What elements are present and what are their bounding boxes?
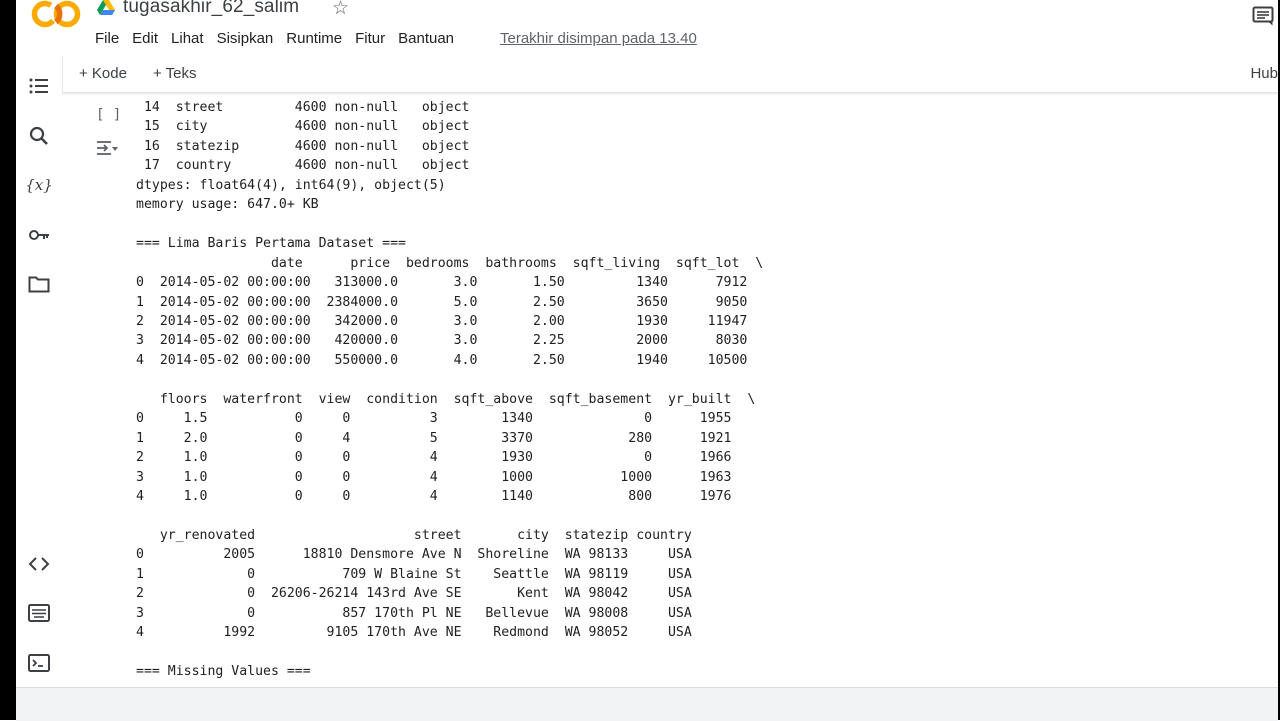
left-sidebar: {x}: [16, 56, 63, 687]
code-snippets-icon[interactable]: [27, 552, 51, 576]
output-line: date price bedrooms bathrooms sqft_livin…: [136, 255, 764, 271]
connect-button[interactable]: Hub: [1250, 65, 1278, 82]
output-line: 3 0 857 170th Pl NE Bellevue WA 98008 US…: [136, 605, 692, 621]
menu-help[interactable]: Bantuan: [398, 30, 454, 47]
command-palette-icon[interactable]: [27, 601, 51, 625]
output-line: 3 1.0 0 0 4 1000 1000 1963: [136, 469, 732, 485]
drive-icon[interactable]: [97, 0, 115, 16]
output-line: 1 2.0 0 4 5 3370 280 1921: [136, 430, 732, 446]
notebook-cell: ‾ ‾ [ ] 14 street 4600 non-null object 1…: [62, 95, 1278, 687]
menu-bar: File Edit Lihat Sisipkan Runtime Fitur B…: [95, 30, 467, 47]
menu-view[interactable]: Lihat: [171, 30, 204, 47]
bottom-status-bar: [16, 687, 1278, 721]
output-line: 4 1992 9105 170th Ave NE Redmond WA 9805…: [136, 625, 692, 641]
output-line: 3 2014-05-02 00:00:00 420000.0 3.0 2.25 …: [136, 333, 748, 349]
output-line: 0 2005 18810 Densmore Ave N Shoreline WA…: [136, 547, 692, 563]
output-actions-icon[interactable]: [95, 139, 119, 159]
output-line: 0 2014-05-02 00:00:00 313000.0 3.0 1.50 …: [136, 275, 748, 291]
terminal-icon[interactable]: [27, 651, 51, 675]
menu-file[interactable]: File: [95, 30, 119, 47]
toc-icon[interactable]: [27, 74, 51, 98]
output-line: 1 2014-05-02 00:00:00 2384000.0 5.0 2.50…: [136, 294, 748, 310]
secrets-key-icon[interactable]: [27, 223, 51, 247]
menu-insert[interactable]: Sisipkan: [217, 30, 274, 47]
output-line: floors waterfront view condition sqft_ab…: [136, 391, 756, 407]
output-line: 17 country 4600 non-null object: [136, 158, 470, 174]
screen-left-border: [0, 0, 16, 720]
output-line: === Lima Baris Pertama Dataset ===: [136, 236, 406, 252]
svg-text:{x}: {x}: [27, 176, 51, 194]
variables-icon[interactable]: {x}: [27, 173, 51, 197]
menu-edit[interactable]: Edit: [132, 30, 158, 47]
search-icon[interactable]: [27, 124, 51, 148]
output-line: 4 1.0 0 0 4 1140 800 1976: [136, 489, 732, 505]
add-code-button[interactable]: + Kode: [79, 65, 127, 82]
colab-logo[interactable]: [30, 0, 82, 34]
menu-tools[interactable]: Fitur: [355, 30, 385, 47]
notebook-title[interactable]: tugasakhir_62_salim: [123, 0, 299, 18]
output-line: 2 1.0 0 0 4 1930 0 1966: [136, 450, 732, 466]
menu-runtime[interactable]: Runtime: [286, 30, 342, 47]
output-line: memory usage: 647.0+ KB: [136, 197, 319, 213]
last-saved-link[interactable]: Terakhir disimpan pada 13.40: [500, 30, 697, 47]
output-line: 16 statezip 4600 non-null object: [136, 138, 470, 154]
output-line: 2 2014-05-02 00:00:00 342000.0 3.0 2.00 …: [136, 313, 748, 329]
output-line: === Missing Values ===: [136, 664, 311, 680]
output-line: dtypes: float64(4), int64(9), object(5): [136, 177, 446, 193]
run-cell-button[interactable]: [ ]: [96, 107, 121, 123]
output-line: 2 0 26206-26214 143rd Ave SE Kent WA 980…: [136, 586, 692, 602]
star-icon[interactable]: ☆: [332, 0, 349, 20]
toolbar: + Kode + Teks Hub: [62, 58, 1278, 93]
output-line: 14 street 4600 non-null object: [136, 100, 470, 115]
output-line: 4 2014-05-02 00:00:00 550000.0 4.0 2.50 …: [136, 352, 748, 368]
cell-output: 14 street 4600 non-null object 15 city 4…: [136, 98, 763, 682]
comment-icon[interactable]: [1252, 6, 1274, 26]
output-line: 0 1.5 0 0 3 1340 0 1955: [136, 411, 732, 427]
add-text-button[interactable]: + Teks: [153, 65, 197, 82]
output-line: yr_renovated street city statezip countr…: [136, 527, 692, 543]
output-line: 1 0 709 W Blaine St Seattle WA 98119 USA: [136, 566, 692, 582]
folder-icon[interactable]: [27, 272, 51, 296]
output-line: 15 city 4600 non-null object: [136, 119, 470, 135]
header: tugasakhir_62_salim ☆ File Edit Lihat Si…: [16, 0, 1278, 56]
